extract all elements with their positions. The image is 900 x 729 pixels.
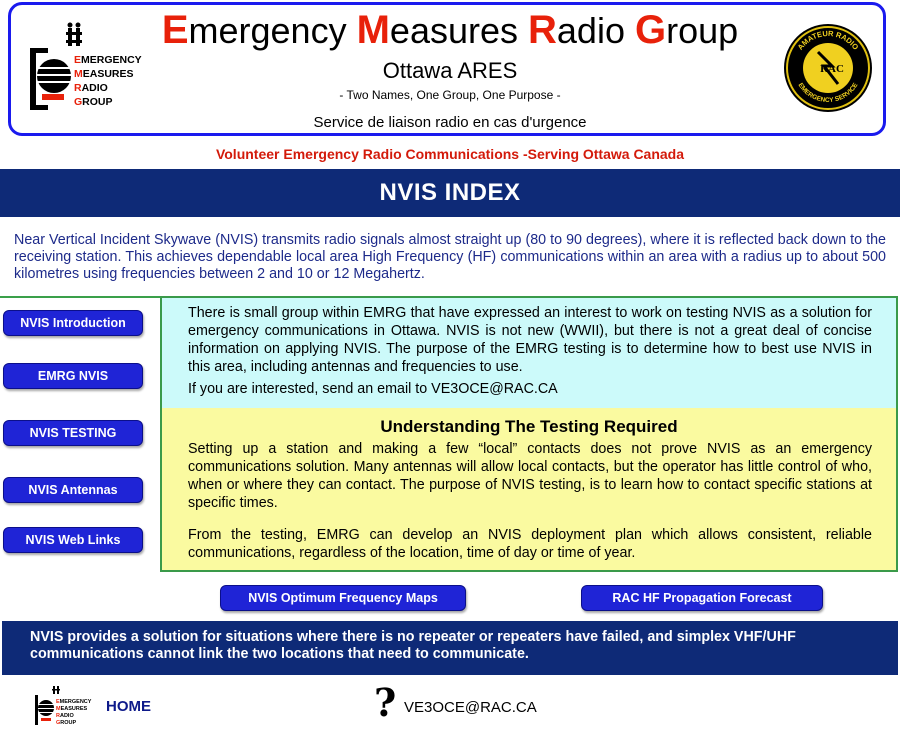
nav-divider	[0, 296, 160, 298]
page-title: NVIS INDEX	[0, 169, 900, 217]
svg-text:RADIO: RADIO	[56, 713, 74, 719]
service-line: Service de liaison radio en cas d'urgenc…	[313, 114, 587, 131]
interest-section: There is small group within EMRG that ha…	[162, 298, 896, 408]
intro-paragraph: Near Vertical Incident Skywave (NVIS) tr…	[14, 232, 886, 282]
content-panel: There is small group within EMRG that ha…	[160, 296, 898, 572]
nav-nvis-antennas-button[interactable]: NVIS Antennas	[3, 477, 143, 503]
title-word-2: Measures	[356, 8, 518, 52]
testing-heading: Understanding The Testing Required	[380, 417, 678, 436]
site-subtitle: Ottawa ARES	[382, 58, 518, 83]
question-mark-icon[interactable]: ?	[374, 680, 396, 725]
site-title: Emergency Measures Radio Group	[160, 8, 740, 53]
footer-email-link[interactable]: VE3OCE@RAC.CA	[404, 699, 537, 716]
emrg-logo: EMERGENCY MEASURES RADIO GROUP	[30, 22, 142, 110]
logo-line-2: MEASURES	[74, 68, 134, 80]
interest-text: There is small group within EMRG that ha…	[188, 305, 872, 375]
nav-emrg-nvis-button[interactable]: EMRG NVIS	[3, 363, 143, 389]
title-word-1: Emergency	[161, 8, 347, 52]
svg-text:MEASURES: MEASURES	[56, 706, 88, 712]
logo-line-3: RADIO	[74, 82, 108, 94]
home-link[interactable]: HOME	[106, 698, 151, 715]
testing-paragraph-2: From the testing, EMRG can develop an NV…	[188, 527, 872, 561]
svg-text:GROUP: GROUP	[56, 720, 77, 726]
testing-paragraph-1: Setting up a station and making a few “l…	[188, 441, 872, 511]
logo-line-1: EMERGENCY	[74, 54, 142, 66]
emrg-home-logo-icon[interactable]: EMERGENCY MEASURES RADIO GROUP	[34, 684, 102, 728]
rac-emergency-service-badge: AMATEUR RADIO EMERGENCY SERVICE RAC	[784, 24, 872, 112]
nav-nvis-web-links-button[interactable]: NVIS Web Links	[3, 527, 143, 553]
site-tagline: - Two Names, One Group, One Purpose -	[339, 88, 561, 102]
nav-nvis-introduction-button[interactable]: NVIS Introduction	[3, 310, 143, 336]
title-word-4: Group	[634, 8, 739, 52]
volunteer-tagline: Volunteer Emergency Radio Communications…	[215, 146, 685, 162]
rac-propagation-forecast-button[interactable]: RAC HF Propagation Forecast	[581, 585, 823, 611]
title-word-3: Radio	[528, 8, 625, 52]
nvis-frequency-maps-button[interactable]: NVIS Optimum Frequency Maps	[220, 585, 466, 611]
svg-text:RAC: RAC	[820, 63, 844, 75]
svg-text:EMERGENCY: EMERGENCY	[56, 699, 92, 705]
logo-line-4: GROUP	[74, 96, 113, 108]
footer-banner: NVIS provides a solution for situations …	[2, 621, 898, 675]
nav-nvis-testing-button[interactable]: NVIS TESTING	[3, 420, 143, 446]
interest-email-text: If you are interested, send an email to …	[188, 381, 558, 397]
